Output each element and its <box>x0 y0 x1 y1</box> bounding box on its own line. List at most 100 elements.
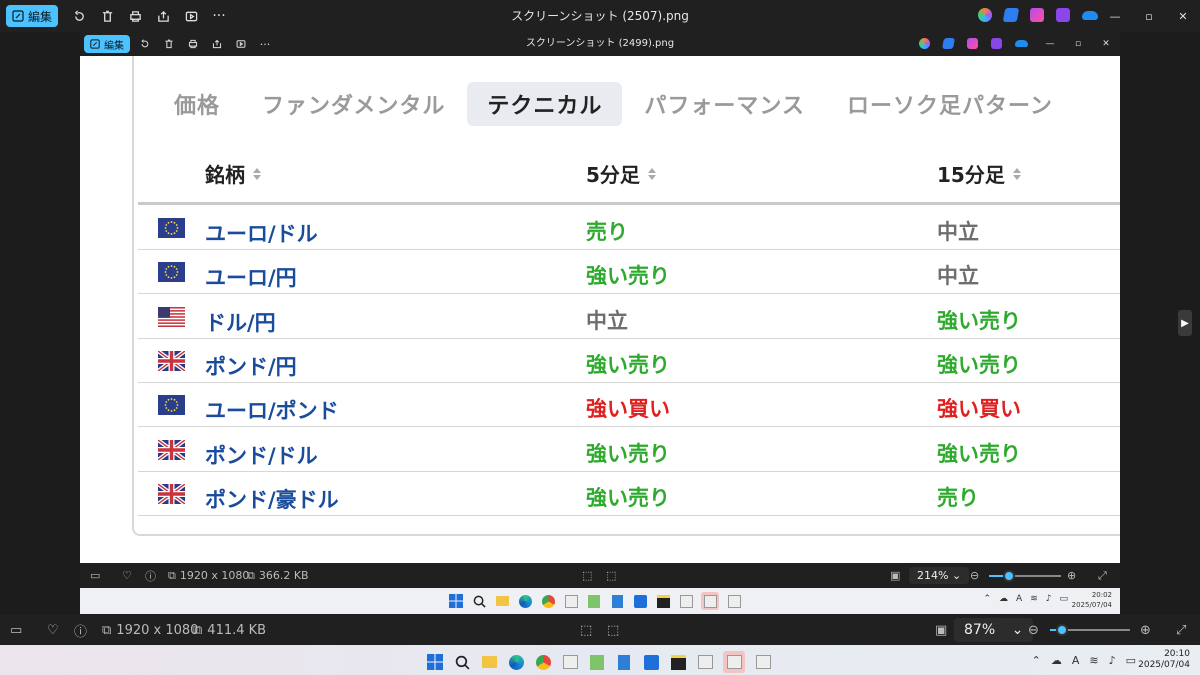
delete-icon[interactable] <box>158 33 180 55</box>
copilot-icon[interactable] <box>919 38 930 49</box>
table-row[interactable]: ユーロ/円 強い売り 中立 <box>138 250 1120 295</box>
start-icon[interactable] <box>448 593 464 609</box>
edge-icon[interactable] <box>507 653 525 671</box>
clock[interactable]: 20:10 2025/07/04 <box>1138 649 1190 671</box>
currency-pair-link[interactable]: ドル/円 <box>205 307 276 337</box>
outer-zoom-dropdown[interactable]: 87% ⌄ <box>954 615 1034 645</box>
battery-icon[interactable]: ▭ <box>1059 594 1068 604</box>
favorite-icon[interactable]: ♡ <box>122 563 132 588</box>
clipchamp-icon[interactable] <box>967 38 978 49</box>
zoom-in-icon[interactable]: ⊕ <box>1067 563 1076 588</box>
sort-icon[interactable] <box>253 167 261 180</box>
zoom-in-icon[interactable]: ⊕ <box>1140 615 1151 645</box>
tab-fundamental[interactable]: ファンダメンタル <box>242 82 465 126</box>
start-icon[interactable] <box>426 653 444 671</box>
edge-icon[interactable] <box>517 593 533 609</box>
table-row[interactable]: ポンド/ドル 強い売り 強い売り <box>138 428 1120 472</box>
column-header-5min[interactable]: 5分足 <box>586 159 656 188</box>
zoom-out-icon[interactable]: ⊖ <box>970 563 979 588</box>
currency-pair-link[interactable]: ポンド/豪ドル <box>205 484 339 514</box>
app-icon[interactable] <box>726 593 742 609</box>
minimize-button[interactable]: — <box>1098 0 1132 32</box>
wifi-icon[interactable]: ≋ <box>1030 594 1038 604</box>
notepad-icon[interactable] <box>586 593 602 609</box>
currency-pair-link[interactable]: ユーロ/円 <box>205 262 297 292</box>
fit-view-icon[interactable]: ⬚ <box>606 563 616 588</box>
currency-pair-link[interactable]: ポンド/ドル <box>205 440 318 470</box>
clipchamp-video-icon[interactable] <box>991 38 1002 49</box>
print-icon[interactable] <box>182 33 204 55</box>
inner-minimize-button[interactable]: — <box>1036 32 1064 56</box>
actual-size-icon[interactable]: ▣ <box>935 615 947 645</box>
inner-close-button[interactable]: ✕ <box>1092 32 1120 56</box>
sort-icon[interactable] <box>1012 167 1021 180</box>
search-icon[interactable] <box>453 653 471 671</box>
app-icon[interactable] <box>754 653 772 671</box>
tab-candlestick-patterns[interactable]: ローソク足パターン <box>827 82 1073 126</box>
slideshow-icon[interactable] <box>178 3 204 29</box>
edit-button[interactable]: 編集 <box>6 5 59 27</box>
table-row[interactable]: ドル/円 中立 強い売り <box>138 295 1120 339</box>
onedrive-tray-icon[interactable]: ☁ <box>999 594 1008 604</box>
chrome-icon[interactable] <box>534 653 552 671</box>
table-row[interactable]: ポンド/豪ドル 強い売り 売り <box>138 472 1120 516</box>
more-icon[interactable]: ··· <box>206 3 232 29</box>
app-icon[interactable] <box>723 651 745 673</box>
app-icon[interactable] <box>696 653 714 671</box>
inner-clock[interactable]: 20:02 2025/07/04 <box>1072 590 1112 610</box>
tab-technical[interactable]: テクニカル <box>467 82 623 126</box>
photos-icon[interactable] <box>632 593 648 609</box>
filmstrip-icon[interactable]: ▭ <box>10 615 22 645</box>
notepad-icon[interactable] <box>588 653 606 671</box>
info-icon[interactable]: ⓘ <box>145 563 156 588</box>
calculator-icon[interactable] <box>609 593 625 609</box>
volume-icon[interactable]: ♪ <box>1046 594 1052 604</box>
onedrive-tray-icon[interactable]: ☁ <box>1051 654 1062 667</box>
app-icon[interactable] <box>678 593 694 609</box>
table-row[interactable]: ポンド/円 強い売り 強い売り <box>138 339 1120 383</box>
app-icon[interactable] <box>561 653 579 671</box>
actual-size-icon[interactable]: ▣ <box>890 563 900 588</box>
outer-zoom-slider[interactable] <box>1050 624 1130 636</box>
crop-view-icon[interactable]: ⬚ <box>582 563 592 588</box>
table-row[interactable]: ユーロ/ポンド 強い買い 強い買い <box>138 383 1120 428</box>
input-method-icon[interactable]: A <box>1016 594 1022 604</box>
share-icon[interactable] <box>150 3 176 29</box>
clipchamp-video-icon[interactable] <box>1056 8 1070 22</box>
fit-view-icon[interactable]: ⬚ <box>607 615 619 645</box>
copilot-icon[interactable] <box>978 8 992 22</box>
filmstrip-icon[interactable]: ▭ <box>90 563 100 588</box>
chevron-up-icon[interactable]: ⌃ <box>983 594 991 604</box>
currency-pair-link[interactable]: ユーロ/ドル <box>205 218 318 248</box>
inner-zoom-dropdown[interactable]: 214% ⌄ <box>909 563 970 588</box>
photos-icon[interactable] <box>642 653 660 671</box>
wifi-icon[interactable]: ≋ <box>1089 654 1098 667</box>
chrome-icon[interactable] <box>540 593 556 609</box>
app-icon[interactable] <box>563 593 579 609</box>
clipchamp-icon[interactable] <box>1030 8 1044 22</box>
designer-icon[interactable] <box>942 38 955 49</box>
input-method-icon[interactable]: A <box>1072 654 1080 667</box>
close-button[interactable]: ✕ <box>1166 0 1200 32</box>
app-icon[interactable] <box>701 592 719 610</box>
info-icon[interactable]: ⓘ <box>74 615 87 645</box>
delete-icon[interactable] <box>94 3 120 29</box>
chevron-up-icon[interactable]: ⌃ <box>1032 654 1041 667</box>
fullscreen-icon[interactable]: ⤢ <box>1176 615 1186 645</box>
inner-edit-button[interactable]: 編集 <box>84 35 130 53</box>
onedrive-icon[interactable] <box>1082 11 1098 20</box>
calculator-icon[interactable] <box>615 653 633 671</box>
currency-pair-link[interactable]: ポンド/円 <box>205 351 297 381</box>
column-header-symbol[interactable]: 銘柄 <box>205 159 261 188</box>
crop-view-icon[interactable]: ⬚ <box>580 615 592 645</box>
column-header-15min[interactable]: 15分足 <box>937 159 1021 188</box>
file-explorer-icon[interactable] <box>494 593 510 609</box>
sticky-notes-icon[interactable] <box>669 653 687 671</box>
battery-icon[interactable]: ▭ <box>1126 654 1136 667</box>
next-image-button[interactable]: ▶ <box>1178 310 1192 336</box>
favorite-icon[interactable]: ♡ <box>47 615 59 645</box>
sticky-notes-icon[interactable] <box>655 593 671 609</box>
volume-icon[interactable]: ♪ <box>1109 654 1116 667</box>
rotate-icon[interactable] <box>66 3 92 29</box>
table-row[interactable]: ユーロ/ドル 売り 中立 <box>138 206 1120 250</box>
